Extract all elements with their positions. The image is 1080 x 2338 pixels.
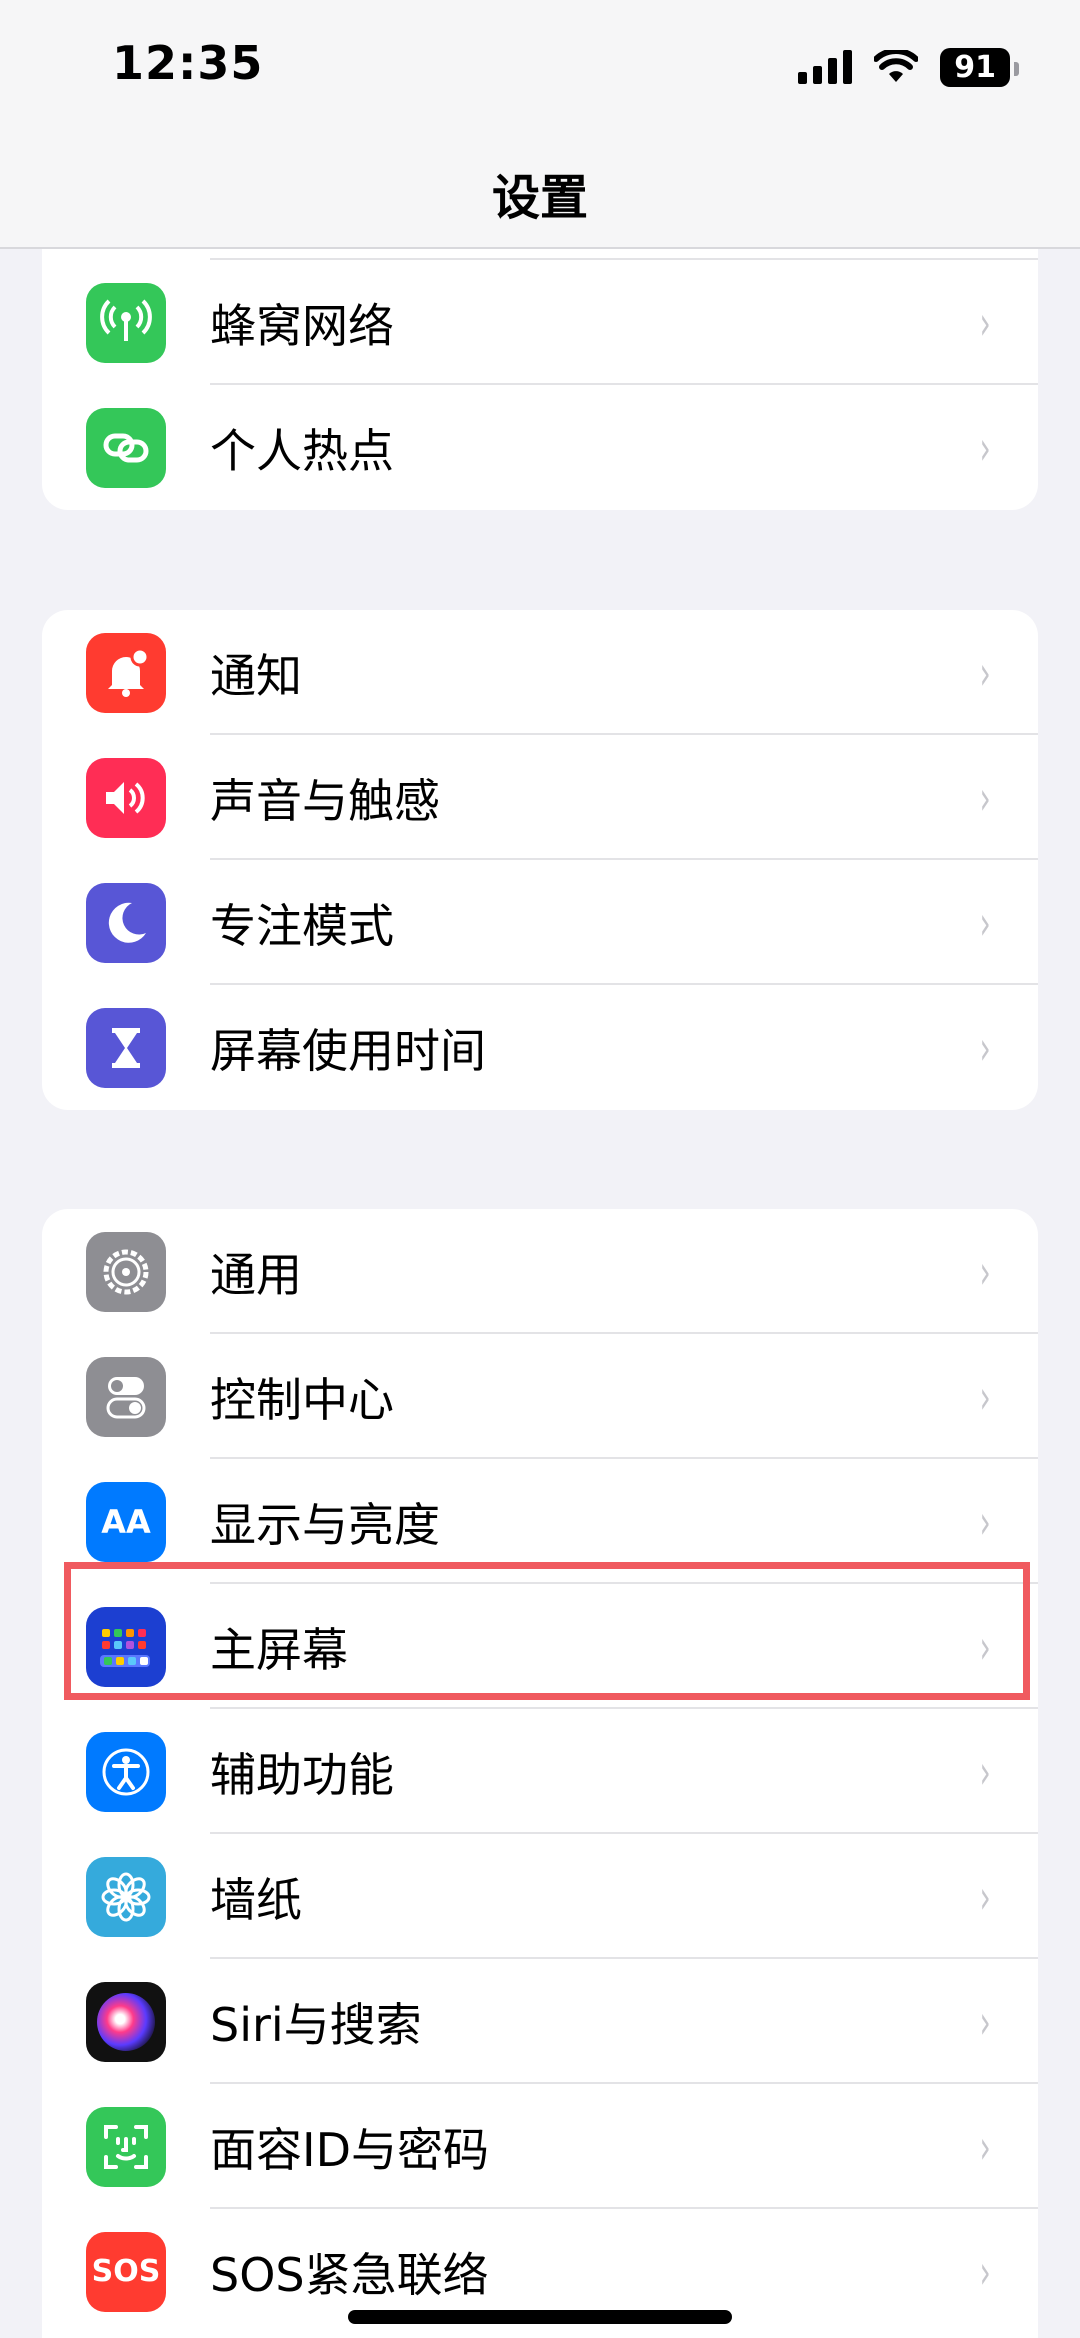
- settings-row-control-center[interactable]: 控制中心 ›: [42, 1334, 1038, 1459]
- speaker-icon: [86, 757, 166, 838]
- settings-row-sounds[interactable]: 声音与触感 ›: [42, 735, 1038, 860]
- settings-row-general[interactable]: 通用 ›: [42, 1209, 1038, 1334]
- chevron-right-icon: ›: [979, 295, 991, 350]
- hotspot-link-icon: [86, 407, 166, 488]
- settings-row-notifications[interactable]: 通知 ›: [42, 610, 1038, 735]
- row-label: 个人热点: [210, 423, 394, 478]
- row-label: 通知: [210, 648, 302, 703]
- row-label: 辅助功能: [210, 1747, 394, 1802]
- chevron-right-icon: ›: [979, 1744, 991, 1799]
- row-label: SOS紧急联络: [210, 2247, 489, 2302]
- settings-row-hotspot[interactable]: 个人热点 ›: [42, 385, 1038, 510]
- sos-icon: SOS: [86, 2231, 166, 2312]
- hourglass-icon: [86, 1007, 166, 1088]
- battery-indicator: 91: [940, 47, 1019, 87]
- moon-icon: [86, 882, 166, 963]
- settings-row-wallpaper[interactable]: 墙纸 ›: [42, 1834, 1038, 1959]
- settings-row-accessibility[interactable]: 辅助功能 ›: [42, 1709, 1038, 1834]
- gear-icon: [86, 1231, 166, 1312]
- settings-row-focus[interactable]: 专注模式 ›: [42, 860, 1038, 985]
- face-id-icon: [86, 2106, 166, 2187]
- row-label: 面容ID与密码: [210, 2122, 489, 2177]
- wifi-icon: [874, 50, 919, 82]
- page-title: 设置: [491, 170, 588, 226]
- row-label: 控制中心: [210, 1372, 394, 1427]
- chevron-right-icon: ›: [979, 1869, 991, 1924]
- row-label: 专注模式: [210, 898, 394, 953]
- chevron-right-icon: ›: [979, 1369, 991, 1424]
- chevron-right-icon: ›: [979, 1244, 991, 1299]
- row-label: 墙纸: [210, 1872, 302, 1927]
- settings-row-screen-time[interactable]: 屏幕使用时间 ›: [42, 985, 1038, 1110]
- chevron-right-icon: ›: [979, 2119, 991, 2174]
- row-label: 声音与触感: [210, 773, 440, 828]
- status-icons: 91: [798, 42, 1019, 92]
- siri-orb-icon: [86, 1981, 166, 2062]
- chevron-right-icon: ›: [979, 1494, 991, 1549]
- chevron-right-icon: ›: [979, 1994, 991, 2049]
- text-size-icon: AA: [86, 1481, 166, 1562]
- settings-row-cellular[interactable]: 蜂窝网络 ›: [42, 260, 1038, 385]
- cellular-signal-icon: [798, 50, 853, 84]
- status-time: 12:35: [112, 36, 264, 90]
- row-label: Siri与搜索: [210, 1997, 422, 2052]
- settings-group-notifications: 通知 › 声音与触感 › 专注模式 › 屏幕使用时间 ›: [42, 610, 1038, 1110]
- highlight-box: [64, 1562, 1030, 1700]
- chevron-right-icon: ›: [979, 2244, 991, 2299]
- toggles-icon: [86, 1356, 166, 1437]
- row-label: 显示与亮度: [210, 1497, 440, 1552]
- chevron-right-icon: ›: [979, 645, 991, 700]
- cellular-antenna-icon: [86, 282, 166, 363]
- row-label: 蜂窝网络: [210, 298, 394, 353]
- chevron-right-icon: ›: [979, 770, 991, 825]
- navigation-bar: 12:35 91 设置: [0, 0, 1080, 249]
- accessibility-icon: [86, 1731, 166, 1812]
- settings-row-face-id[interactable]: 面容ID与密码 ›: [42, 2084, 1038, 2209]
- flower-icon: [86, 1856, 166, 1937]
- home-indicator: [348, 2310, 732, 2324]
- chevron-right-icon: ›: [979, 895, 991, 950]
- bell-icon: [86, 632, 166, 713]
- row-label: 通用: [210, 1247, 302, 1302]
- settings-row-siri[interactable]: Siri与搜索 ›: [42, 1959, 1038, 2084]
- settings-group-general: 通用 › 控制中心 › AA 显示与亮度 › 主屏幕 › 辅助功能 › 墙纸 ›…: [42, 1209, 1038, 2338]
- chevron-right-icon: ›: [979, 420, 991, 475]
- chevron-right-icon: ›: [979, 1020, 991, 1075]
- row-label: 屏幕使用时间: [210, 1023, 486, 1078]
